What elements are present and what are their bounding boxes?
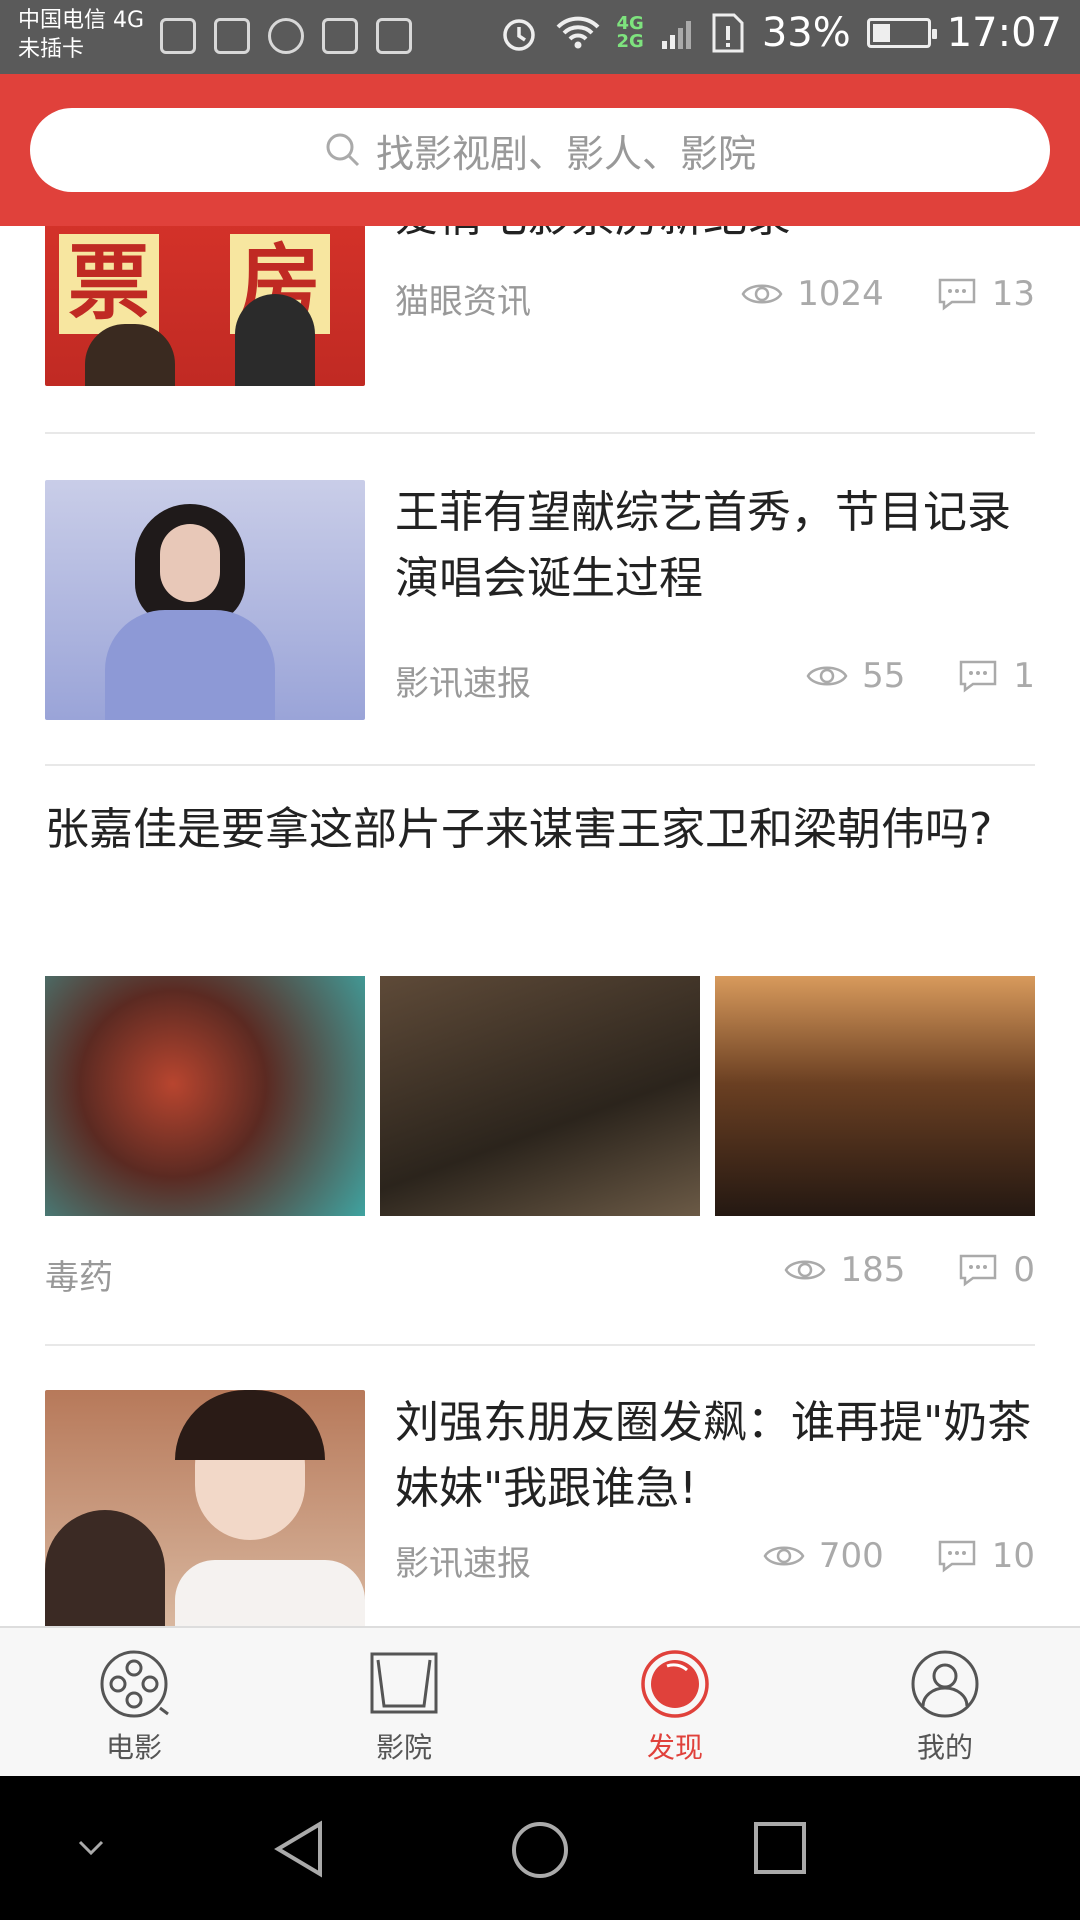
comment-icon (960, 1254, 997, 1287)
photo-child (45, 1510, 165, 1626)
status-bar: 中国电信 4G 未插卡 4G 2G 33% 17:07 (0, 0, 1080, 74)
news-item[interactable]: 票 房 爱情电影票房新纪录 猫眼资讯 1024 13 (45, 226, 1035, 404)
divider (45, 432, 1035, 434)
tab-label: 电影 (105, 1731, 162, 1764)
comment-count: 1 (1013, 656, 1035, 696)
carrier-info: 中国电信 4G 未插卡 (18, 6, 144, 64)
network-type: 4G 2G (617, 15, 644, 51)
network-2g: 2G (616, 31, 644, 52)
back-icon[interactable] (270, 1820, 328, 1878)
news-image (715, 976, 1035, 1216)
poster-char: 票 (59, 234, 159, 334)
user-icon (911, 1650, 979, 1718)
poster-figure (235, 294, 315, 386)
view-count: 700 (818, 1536, 884, 1576)
sim-status: 未插卡 (18, 37, 85, 62)
wifi-icon (556, 16, 599, 49)
view-count: 185 (840, 1250, 906, 1290)
news-source: 毒药 (45, 1258, 113, 1298)
cinema-screen-icon (370, 1652, 438, 1714)
news-thumbnail: 票 房 (45, 226, 365, 386)
signal-icon (661, 21, 691, 49)
comment-count: 10 (991, 1536, 1035, 1576)
search-box[interactable]: 找影视剧、影人、影院 (30, 108, 1050, 192)
eye-icon (741, 284, 783, 304)
image-icon (214, 18, 250, 54)
eye-icon (806, 666, 848, 686)
photo-body (105, 610, 275, 720)
bottom-tab-bar: 电影 影院 发现 我的 (0, 1626, 1080, 1776)
sd-card-warning-icon (160, 18, 196, 54)
tab-mine[interactable]: 我的 (875, 1648, 1015, 1766)
battery-icon (866, 18, 937, 48)
no-sim-icon (712, 13, 744, 53)
news-title[interactable]: 张嘉佳是要拿这部片子来谋害王家卫和梁朝伟吗? (45, 796, 1035, 864)
film-reel-icon (100, 1650, 169, 1718)
search-icon (326, 133, 360, 167)
news-source: 猫眼资讯 (395, 282, 531, 322)
comment-count: 0 (1013, 1250, 1035, 1290)
notification-app-icon (322, 18, 358, 54)
news-source: 影讯速报 (395, 664, 531, 704)
alarm-icon (502, 19, 535, 51)
news-thumbnail (45, 480, 365, 720)
eye-icon (763, 1546, 805, 1566)
photo-shirt (175, 1560, 365, 1626)
carrier-name: 中国电信 4G (18, 8, 145, 33)
comment-icon (938, 278, 975, 311)
view-count: 55 (862, 656, 906, 696)
view-count: 1024 (797, 274, 884, 314)
recents-icon[interactable] (752, 1820, 808, 1876)
news-image (45, 976, 365, 1216)
tab-label: 我的 (916, 1731, 973, 1764)
news-stats: 185 0 (784, 1250, 1035, 1290)
news-thumbnail (45, 1390, 365, 1626)
comment-icon (960, 660, 997, 693)
comment-count: 13 (991, 274, 1035, 314)
battery-level (872, 24, 890, 42)
poster-figure (85, 324, 175, 386)
news-stats: 1024 13 (741, 274, 1035, 314)
tab-label: 影院 (375, 1731, 432, 1764)
news-image (380, 976, 700, 1216)
status-right: 4G 2G 33% 17:07 (499, 10, 1062, 56)
tag-icon (376, 18, 412, 54)
news-item[interactable]: 刘强东朋友圈发飙：谁再提"奶茶妹妹"我跟谁急! 影讯速报 700 10 (45, 1390, 1035, 1626)
search-placeholder: 找影视剧、影人、影院 (375, 131, 756, 176)
system-nav-bar (0, 1776, 1080, 1920)
chevron-down-icon[interactable] (74, 1832, 108, 1866)
header: 找影视剧、影人、影院 (0, 74, 1080, 226)
battery-percent: 33% (761, 10, 851, 56)
news-feed[interactable]: 票 房 爱情电影票房新纪录 猫眼资讯 1024 13 王菲有望献综艺首秀，节目记… (0, 226, 1080, 1626)
comment-icon (938, 1540, 975, 1573)
news-title: 爱情电影票房新纪录 (395, 226, 791, 250)
discover-icon (641, 1650, 709, 1718)
eye-icon (785, 1260, 826, 1280)
home-icon[interactable] (510, 1820, 570, 1880)
photo-face (160, 524, 220, 602)
news-source: 影讯速报 (395, 1544, 531, 1584)
news-title: 刘强东朋友圈发飙：谁再提"奶茶妹妹"我跟谁急! (395, 1397, 1032, 1514)
divider (45, 1344, 1035, 1346)
divider (45, 764, 1035, 766)
photo-hair (175, 1390, 325, 1460)
hand-icon (268, 18, 304, 54)
tab-cinema[interactable]: 影院 (334, 1648, 474, 1766)
news-stats: 700 10 (763, 1536, 1035, 1576)
news-stats: 55 1 (806, 656, 1035, 696)
tab-discover[interactable]: 发现 (605, 1648, 745, 1766)
news-title: 王菲有望献综艺首秀，节目记录演唱会诞生过程 (395, 487, 1011, 604)
tab-label: 发现 (646, 1731, 703, 1764)
notification-icons (160, 18, 412, 54)
tab-movie[interactable]: 电影 (64, 1648, 204, 1766)
news-item[interactable]: 王菲有望献综艺首秀，节目记录演唱会诞生过程 影讯速报 55 1 (45, 480, 1035, 720)
clock: 17:07 (946, 10, 1062, 56)
